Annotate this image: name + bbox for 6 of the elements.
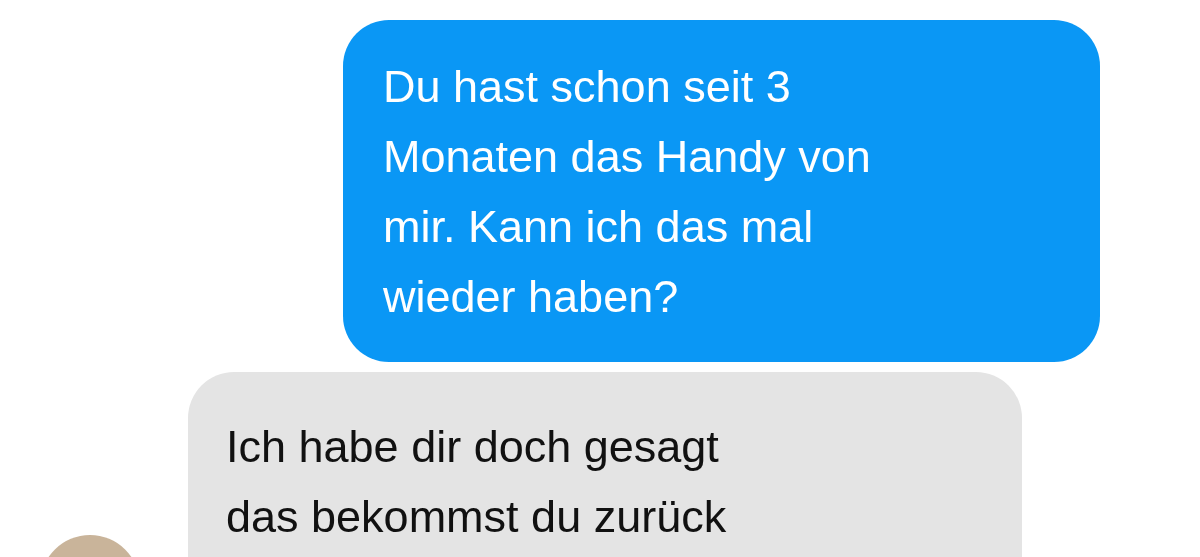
message-text: Ich habe dir doch gesagt [226, 420, 720, 474]
message-text: Du hast schon seit 3 [383, 60, 792, 114]
message-text: das bekommst du zurück [226, 490, 728, 544]
message-text: Monaten das Handy von [383, 130, 872, 184]
message-text: mir. Kann ich das mal [383, 200, 815, 254]
message-text: wieder haben? [383, 270, 680, 324]
